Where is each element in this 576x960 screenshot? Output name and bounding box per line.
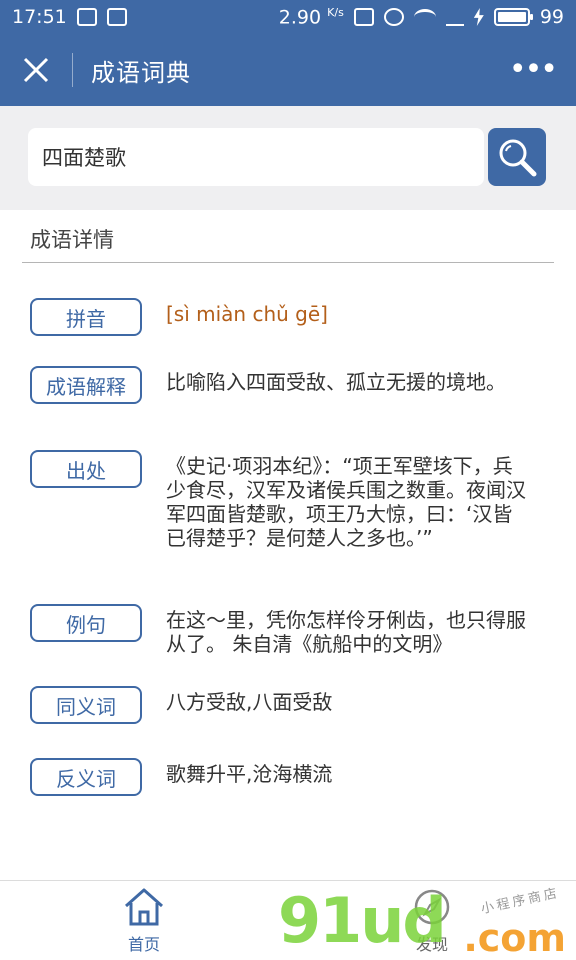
tab-discover-label: 发现 — [415, 935, 448, 954]
pinyin-value: [sì miàn chǔ gē] — [166, 302, 328, 326]
synonym-value: 八方受敌,八面受敌 — [166, 690, 333, 714]
source-value: 《史记·项羽本纪》：“项王军壁垓下，兵少食尽，汉军及诸侯兵围之数重。夜闻汉军四面… — [166, 454, 526, 550]
navigation-bar: 成语词典 ••• — [0, 34, 576, 106]
section-title: 成语详情 — [30, 228, 114, 252]
detail-row-antonym: 反义词 歌舞升平,沧海横流 — [30, 758, 550, 796]
close-icon — [23, 57, 49, 83]
vibrate-icon — [353, 7, 374, 26]
tag-example: 例句 — [30, 604, 142, 642]
detail-row-explanation: 成语解释 比喻陷入四面受敌、孤立无援的境地。 — [30, 366, 550, 404]
nav-divider — [72, 53, 73, 87]
antonym-value: 歌舞升平,沧海横流 — [166, 762, 333, 786]
more-button[interactable]: ••• — [508, 52, 558, 87]
more-icon: ••• — [508, 52, 558, 87]
detail-row-source: 出处 《史记·项羽本纪》：“项王军壁垓下，兵少食尽，汉军及诸侯兵围之数重。夜闻汉… — [30, 450, 550, 550]
charging-icon — [473, 7, 484, 26]
close-button[interactable] — [0, 34, 72, 106]
search-input[interactable] — [28, 128, 484, 186]
tag-synonym: 同义词 — [30, 686, 142, 724]
tag-pinyin: 拼音 — [30, 298, 142, 336]
search-icon — [499, 139, 537, 177]
tab-discover[interactable]: 发现 — [392, 881, 472, 960]
tab-home-label: 首页 — [127, 935, 160, 954]
detail-row-example: 例句 在这～里，凭你怎样伶牙俐齿，也只得服从了。 朱自清《航船中的文明》 — [30, 604, 550, 656]
home-icon — [125, 888, 163, 926]
compass-icon — [414, 889, 450, 925]
search-area — [0, 106, 576, 210]
battery-percent: 99 — [539, 5, 564, 28]
search-button[interactable] — [488, 128, 546, 186]
notification-icon — [76, 8, 97, 26]
section-divider — [22, 262, 554, 263]
battery-icon — [493, 7, 533, 26]
tag-source: 出处 — [30, 450, 142, 488]
explanation-value: 比喻陷入四面受敌、孤立无援的境地。 — [166, 370, 506, 394]
detail-row-synonym: 同义词 八方受敌,八面受敌 — [30, 686, 550, 724]
example-value: 在这～里，凭你怎样伶牙俐齿，也只得服从了。 朱自清《航船中的文明》 — [166, 608, 526, 656]
alarm-icon — [383, 7, 404, 26]
signal-icon — [445, 8, 464, 26]
status-time: 17:51 — [12, 6, 67, 28]
tab-bar: 首页 发现 — [0, 880, 576, 960]
image-icon — [106, 8, 127, 26]
page-title: 成语词典 — [91, 58, 191, 87]
detail-row-pinyin: 拼音 [sì miàn chǔ gē] — [30, 298, 550, 336]
tag-explanation: 成语解释 — [30, 366, 142, 404]
tag-antonym: 反义词 — [30, 758, 142, 796]
network-speed: 2.90 K/s — [278, 5, 344, 29]
wifi-icon — [413, 8, 436, 25]
tab-home[interactable]: 首页 — [104, 881, 184, 960]
status-bar: 17:51 2.90 K/s 99 — [0, 0, 576, 34]
